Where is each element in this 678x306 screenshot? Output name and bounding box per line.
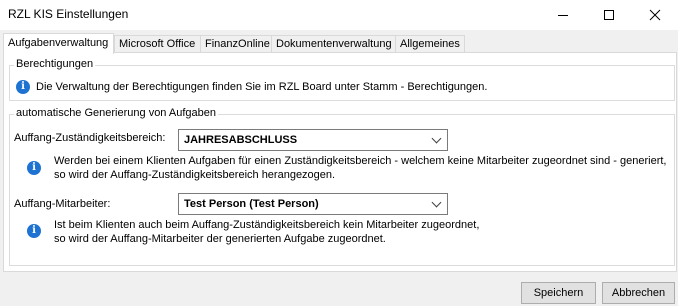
mitarbeiter-info-line-2: so wird der Auffang-Mitarbeiter der gene…: [54, 233, 386, 245]
info-icon: i: [27, 161, 41, 175]
mitarbeiter-label: Auffang-Mitarbeiter:: [14, 198, 111, 210]
auto-generation-group: automatische Generierung von Aufgaben Au…: [9, 107, 675, 266]
chevron-down-icon: [431, 133, 442, 144]
zustaendigkeit-select[interactable]: JAHRESABSCHLUSS: [178, 129, 448, 151]
auto-generation-legend: automatische Generierung von Aufgaben: [14, 107, 218, 119]
zustaendigkeit-selected-value: JAHRESABSCHLUSS: [184, 134, 298, 146]
chevron-down-icon: [431, 197, 442, 208]
tab-allgemeines[interactable]: Allgemeines: [395, 35, 465, 53]
tab-aufgabenverwaltung[interactable]: Aufgabenverwaltung: [3, 33, 114, 54]
tab-dokumentenverwaltung[interactable]: Dokumentenverwaltung: [271, 35, 396, 53]
zustaendigkeit-info-line-1: Werden bei einem Klienten Aufgaben für e…: [54, 155, 667, 167]
tab-panel-aufgabenverwaltung: Berechtigungen i Die Verwaltung der Bere…: [3, 52, 677, 272]
berechtigungen-info-text: Die Verwaltung der Berechtigungen finden…: [36, 81, 488, 93]
maximize-button[interactable]: [586, 0, 632, 30]
berechtigungen-group: Berechtigungen i Die Verwaltung der Bere…: [9, 58, 675, 101]
info-icon: i: [27, 224, 41, 238]
zustaendigkeit-info-line-2: so wird der Auffang-Zuständigkeitsbereic…: [54, 169, 336, 181]
info-icon: i: [16, 80, 30, 94]
tab-finanzonline[interactable]: FinanzOnline: [200, 35, 272, 53]
mitarbeiter-selected-value: Test Person (Test Person): [184, 198, 319, 210]
title-bar: RZL KIS Einstellungen: [0, 0, 678, 30]
mitarbeiter-info-line-1: Ist beim Klienten auch beim Auffang-Zust…: [54, 219, 480, 231]
cancel-button[interactable]: Abbrechen: [602, 282, 675, 304]
close-button[interactable]: [632, 0, 678, 30]
minimize-icon: [558, 14, 568, 16]
close-icon: [649, 9, 661, 21]
tab-microsoft-office[interactable]: Microsoft Office: [114, 35, 201, 53]
maximize-icon: [604, 10, 614, 20]
minimize-button[interactable]: [540, 0, 586, 30]
save-button[interactable]: Speichern: [521, 282, 596, 304]
berechtigungen-legend: Berechtigungen: [14, 58, 96, 70]
zustaendigkeit-label: Auffang-Zuständigkeitsbereich:: [14, 132, 166, 144]
window-title: RZL KIS Einstellungen: [8, 7, 129, 21]
mitarbeiter-select[interactable]: Test Person (Test Person): [178, 193, 448, 215]
